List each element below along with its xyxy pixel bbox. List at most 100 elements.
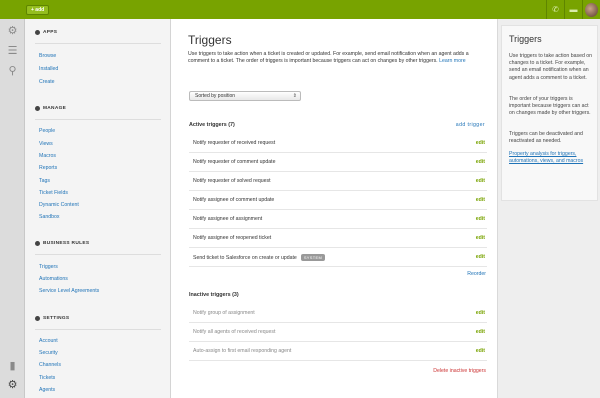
nav-item-installed[interactable]: Installed xyxy=(39,66,58,72)
trigger-name: Notify assignee of comment update xyxy=(193,197,275,203)
trigger-row[interactable]: Notify requester of comment update edit xyxy=(189,153,487,172)
edit-link[interactable]: edit xyxy=(476,216,485,222)
active-triggers-list: Notify requester of received request edit… xyxy=(189,134,487,267)
help-paragraph: Triggers can be deactivated and reactiva… xyxy=(509,131,583,145)
nav-item-sandbox[interactable]: Sandbox xyxy=(39,214,59,220)
trigger-row[interactable]: Notify requester of received request edit xyxy=(189,134,487,153)
nav-item-tags[interactable]: Tags xyxy=(39,178,50,184)
nav-item-agents[interactable]: Agents xyxy=(39,387,55,393)
trigger-name: Notify requester of comment update xyxy=(193,159,276,165)
intro-paragraph: Use triggers to take action when a ticke… xyxy=(188,51,469,65)
trigger-name-wrap: Send ticket to Salesforce on create or u… xyxy=(193,254,326,261)
apps-section-title: APPS xyxy=(35,30,57,35)
trigger-name: Notify assignee of assignment xyxy=(193,216,263,222)
edit-link[interactable]: edit xyxy=(476,310,485,316)
nav-item-channels[interactable]: Channels xyxy=(39,362,61,368)
delete-inactive-triggers-link[interactable]: Delete inactive triggers xyxy=(433,368,486,374)
trigger-row[interactable]: Notify requester of solved request edit xyxy=(189,172,487,191)
main-content: Triggers Use triggers to take action whe… xyxy=(171,19,497,398)
business-rules-section-title: BUSINESS RULES xyxy=(35,241,89,246)
trigger-row[interactable]: Notify assignee of reopened ticket edit xyxy=(189,229,487,248)
trigger-row[interactable]: Notify assignee of comment update edit xyxy=(189,191,487,210)
section-title-text: BUSINESS RULES xyxy=(43,241,90,246)
section-title-text: APPS xyxy=(43,30,58,35)
trigger-name: Send ticket to Salesforce on create or u… xyxy=(193,254,297,261)
select-arrows-icon: ⇕ xyxy=(292,93,297,99)
nav-item-create[interactable]: Create xyxy=(39,79,55,85)
trigger-row[interactable]: Notify all agents of received request edi… xyxy=(189,323,487,342)
nav-item-account[interactable]: Account xyxy=(39,338,58,344)
search-icon[interactable]: ⚲ xyxy=(6,65,19,78)
divider xyxy=(35,119,161,120)
phone-icon[interactable]: ✆ xyxy=(546,0,564,19)
settings-gear-icon[interactable]: ⚙ xyxy=(6,25,19,38)
add-button[interactable]: + add xyxy=(26,5,50,15)
trigger-name: Auto-assign to first email responding ag… xyxy=(193,348,292,354)
nav-item-security[interactable]: Security xyxy=(39,350,58,356)
help-title: Triggers xyxy=(509,34,542,44)
nav-item-browse[interactable]: Browse xyxy=(39,53,56,59)
nav-item-automations[interactable]: Automations xyxy=(39,276,68,282)
reports-chart-icon[interactable]: ▮ xyxy=(6,360,19,373)
help-box: Triggers Use triggers to take action bas… xyxy=(501,25,598,201)
nav-item-macros[interactable]: Macros xyxy=(39,153,56,159)
avatar[interactable] xyxy=(585,2,598,17)
sort-select[interactable]: Sorted by position ⇕ xyxy=(189,91,301,101)
property-analysis-link[interactable]: Property analysis for triggers, automati… xyxy=(509,151,595,165)
top-bar: + add ✆ ▬ xyxy=(0,0,600,19)
page-title: Triggers xyxy=(188,33,232,47)
reorder-link[interactable]: Reorder xyxy=(467,271,486,277)
menu-icon[interactable]: ☰ xyxy=(6,45,19,58)
section-title-text: MANAGE xyxy=(43,106,67,111)
settings-section-title: SETTINGS xyxy=(35,316,69,321)
edit-link[interactable]: edit xyxy=(476,235,485,241)
nav-item-triggers[interactable]: Triggers xyxy=(39,264,58,270)
top-bar-right: ✆ ▬ xyxy=(546,0,600,19)
nav-item-sla[interactable]: Service Level Agreements xyxy=(39,288,99,294)
trigger-row[interactable]: Notify group of assignment edit xyxy=(189,304,487,323)
edit-link[interactable]: edit xyxy=(476,140,485,146)
sort-select-value: Sorted by position xyxy=(195,93,236,99)
edit-link[interactable]: edit xyxy=(476,329,485,335)
divider xyxy=(35,43,161,44)
learn-more-link[interactable]: Learn more xyxy=(439,58,466,64)
divider xyxy=(35,254,161,255)
trigger-row[interactable]: Auto-assign to first email responding ag… xyxy=(189,342,487,361)
nav-item-people[interactable]: People xyxy=(39,128,55,134)
settings-icon xyxy=(35,316,40,321)
trigger-name: Notify group of assignment xyxy=(193,310,255,316)
help-paragraph: The order of your triggers is important … xyxy=(509,96,591,117)
manage-icon xyxy=(35,106,40,111)
trigger-name: Notify assignee of reopened ticket xyxy=(193,235,272,241)
nav-item-views[interactable]: Views xyxy=(39,141,53,147)
chat-icon[interactable]: ▬ xyxy=(564,0,582,19)
icon-rail: ⚙ ☰ ⚲ ▮ ⚙ xyxy=(0,19,25,398)
add-trigger-link[interactable]: add trigger xyxy=(456,122,485,128)
trigger-name: Notify requester of solved request xyxy=(193,178,271,184)
edit-link[interactable]: edit xyxy=(476,348,485,354)
inactive-triggers-list: Notify group of assignment edit Notify al… xyxy=(189,304,487,361)
apps-icon xyxy=(35,30,40,35)
trigger-row[interactable]: Send ticket to Salesforce on create or u… xyxy=(189,248,487,267)
edit-link[interactable]: edit xyxy=(476,254,485,260)
help-paragraph: Use triggers to take action based on cha… xyxy=(509,53,593,81)
trigger-name: Notify requester of received request xyxy=(193,140,276,146)
admin-nav: APPS Browse Installed Create MANAGE Peop… xyxy=(25,19,171,398)
inactive-triggers-heading: Inactive triggers (3) xyxy=(189,292,239,298)
trigger-name: Notify all agents of received request xyxy=(193,329,276,335)
user-menu[interactable] xyxy=(582,0,600,19)
edit-link[interactable]: edit xyxy=(476,178,485,184)
system-badge: SYSTEM xyxy=(300,254,326,261)
admin-gear-icon[interactable]: ⚙ xyxy=(6,379,19,392)
nav-item-ticket-fields[interactable]: Ticket Fields xyxy=(39,190,68,196)
nav-item-tickets[interactable]: Tickets xyxy=(39,375,55,381)
business-rules-icon xyxy=(35,241,40,246)
nav-item-reports[interactable]: Reports xyxy=(39,165,57,171)
edit-link[interactable]: edit xyxy=(476,159,485,165)
active-triggers-heading: Active triggers (7) xyxy=(189,122,235,128)
intro-text: Use triggers to take action when a ticke… xyxy=(188,51,490,66)
nav-item-dynamic-content[interactable]: Dynamic Content xyxy=(39,202,79,208)
manage-section-title: MANAGE xyxy=(35,106,66,111)
edit-link[interactable]: edit xyxy=(476,197,485,203)
trigger-row[interactable]: Notify assignee of assignment edit xyxy=(189,210,487,229)
